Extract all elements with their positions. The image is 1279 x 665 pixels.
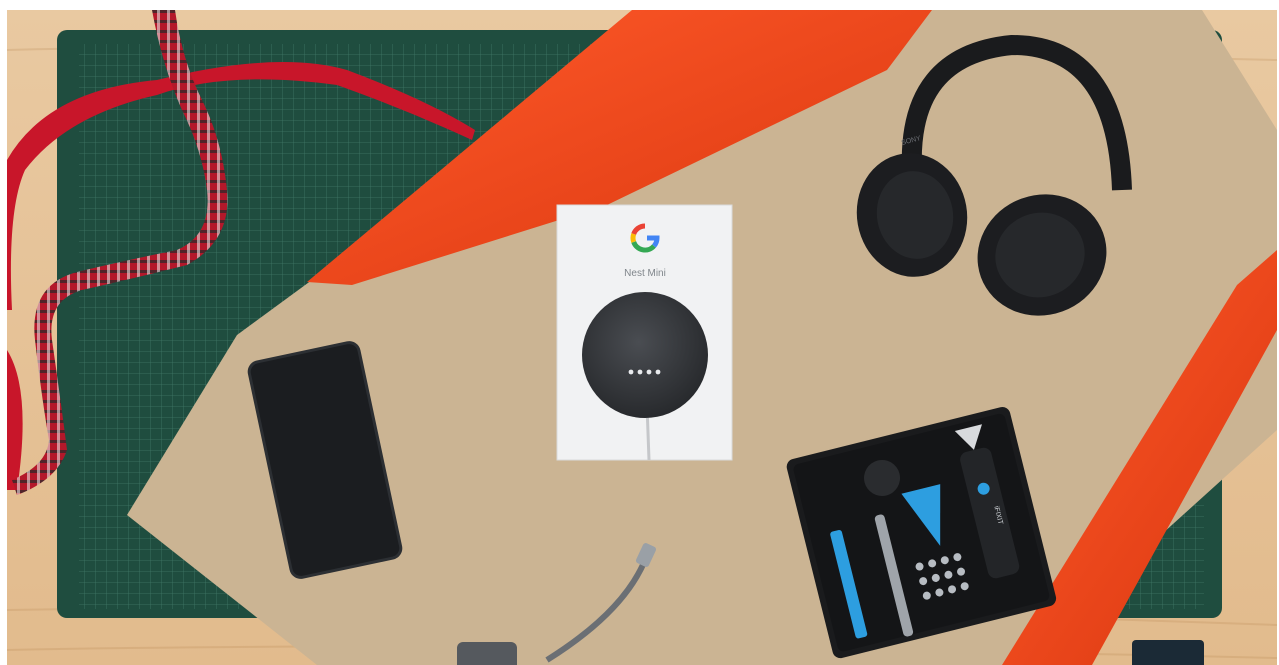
nest-mini-speaker (582, 292, 708, 418)
desk-scene-photo: Nest Mini SONY iFIXIT (7, 10, 1277, 665)
nest-mini-box: Nest Mini (556, 204, 733, 461)
box-product-name: Nest Mini (624, 268, 666, 279)
photo-illustration: Nest Mini SONY iFIXIT (7, 10, 1277, 665)
red-ribbon-loop (7, 350, 23, 490)
dark-object (1132, 640, 1204, 665)
